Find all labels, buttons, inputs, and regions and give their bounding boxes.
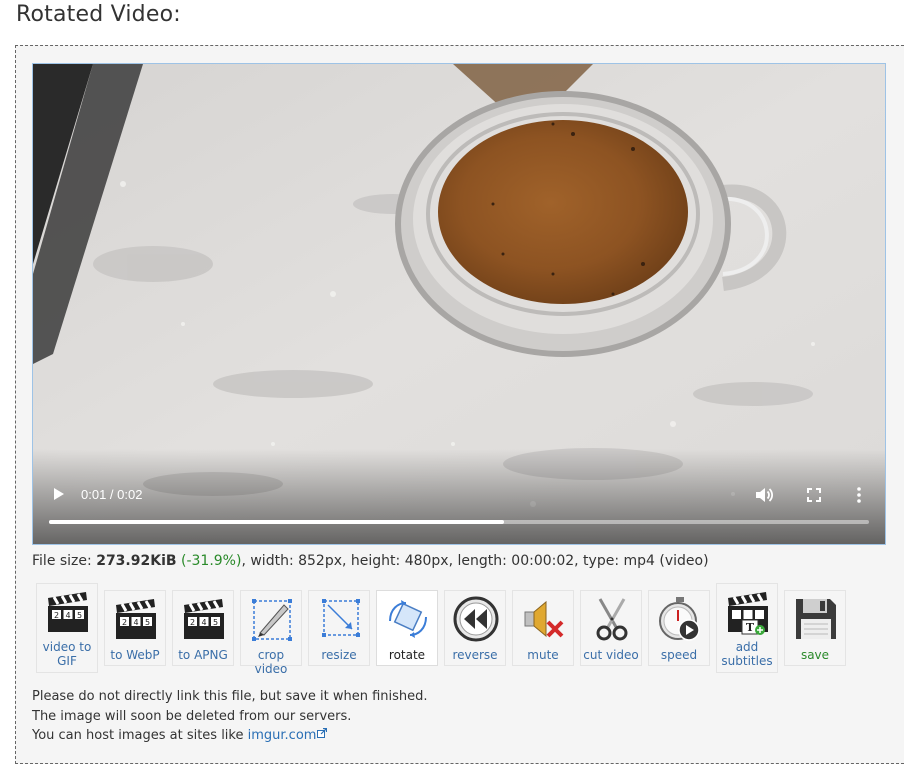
page-title: Rotated Video: xyxy=(16,2,181,27)
more-options-icon[interactable] xyxy=(855,486,863,504)
tool-label: crop video xyxy=(254,648,288,676)
tool-speed[interactable]: speed xyxy=(648,590,710,666)
size-change: (-31.9%) xyxy=(181,553,242,569)
crop-icon xyxy=(252,599,292,641)
svg-text:2: 2 xyxy=(190,618,195,627)
tool-resize[interactable]: resize xyxy=(308,590,370,666)
rotate-icon xyxy=(389,600,427,638)
tool-add-subtitles[interactable]: T add subtitles xyxy=(716,583,778,673)
clapperboard-icon: 2 4 5 xyxy=(48,592,88,632)
svg-text:5: 5 xyxy=(145,618,150,627)
tool-label: resize xyxy=(321,648,357,662)
output-panel: 0:01 / 0:02 File size: 273.92KiB (-31.9%… xyxy=(15,45,904,764)
clapperboard-icon: 2 4 5 xyxy=(184,599,224,639)
tool-label: reverse xyxy=(452,648,498,662)
subtitles-icon: T xyxy=(728,592,768,635)
tool-video-to-gif[interactable]: 2 4 5 video to GIF xyxy=(36,583,98,673)
video-player[interactable]: 0:01 / 0:02 xyxy=(32,63,886,545)
tool-reverse[interactable]: reverse xyxy=(444,590,506,666)
svg-text:5: 5 xyxy=(77,611,82,620)
external-link-icon[interactable] xyxy=(317,728,328,738)
reverse-icon xyxy=(453,596,499,642)
tool-save[interactable]: save xyxy=(784,590,846,666)
volume-icon[interactable] xyxy=(754,486,774,504)
floppy-disk-icon xyxy=(796,599,836,639)
svg-text:2: 2 xyxy=(122,618,127,627)
mute-icon xyxy=(524,600,564,638)
resize-icon xyxy=(322,599,360,637)
tool-to-webp[interactable]: 2 4 5 to WebP xyxy=(104,590,166,666)
tool-label: add subtitles xyxy=(721,640,773,668)
svg-text:4: 4 xyxy=(201,618,206,627)
time-display: 0:01 / 0:02 xyxy=(81,487,143,502)
tool-label: cut video xyxy=(583,648,639,662)
svg-text:T: T xyxy=(746,621,755,634)
file-size-value: 273.92KiB xyxy=(96,553,177,569)
svg-text:2: 2 xyxy=(54,611,59,620)
imgur-link[interactable]: imgur.com xyxy=(248,728,317,743)
notice-prefix: You can host images at sites like xyxy=(32,728,248,743)
tool-label: save xyxy=(800,648,830,662)
svg-text:4: 4 xyxy=(65,611,70,620)
tool-label: mute xyxy=(527,648,559,662)
notice-line: You can host images at sites like imgur.… xyxy=(32,726,428,746)
scissors-icon xyxy=(596,598,628,641)
tool-to-apng[interactable]: 2 4 5 to APNG xyxy=(172,590,234,666)
svg-text:5: 5 xyxy=(213,618,218,627)
stopwatch-icon xyxy=(659,597,700,641)
progress-fill xyxy=(49,520,505,524)
svg-text:4: 4 xyxy=(133,618,138,627)
tool-label: to WebP xyxy=(110,648,160,662)
clapperboard-icon: 2 4 5 xyxy=(116,599,156,639)
tool-label: to APNG xyxy=(178,648,228,662)
file-details: , width: 852px, height: 480px, length: 0… xyxy=(241,553,709,569)
tool-label: rotate xyxy=(388,648,426,662)
progress-bar[interactable] xyxy=(49,520,869,524)
tool-crop-video[interactable]: crop video xyxy=(240,590,302,676)
tool-cut-video[interactable]: cut video xyxy=(580,590,642,666)
tool-label: video to GIF xyxy=(42,640,92,668)
notice-line: The image will soon be deleted from our … xyxy=(32,708,352,724)
file-info: File size: 273.92KiB (-31.9%), width: 85… xyxy=(32,553,709,569)
tool-mute[interactable]: mute xyxy=(512,590,574,666)
tool-label: speed xyxy=(660,648,698,662)
fullscreen-icon[interactable] xyxy=(806,487,822,503)
file-size-label: File size: xyxy=(32,553,97,569)
tool-rotate[interactable]: rotate xyxy=(376,590,438,666)
play-icon[interactable] xyxy=(51,486,67,502)
notice-line: Please do not directly link this file, b… xyxy=(32,689,428,704)
notice-text: Please do not directly link this file, b… xyxy=(32,687,428,746)
